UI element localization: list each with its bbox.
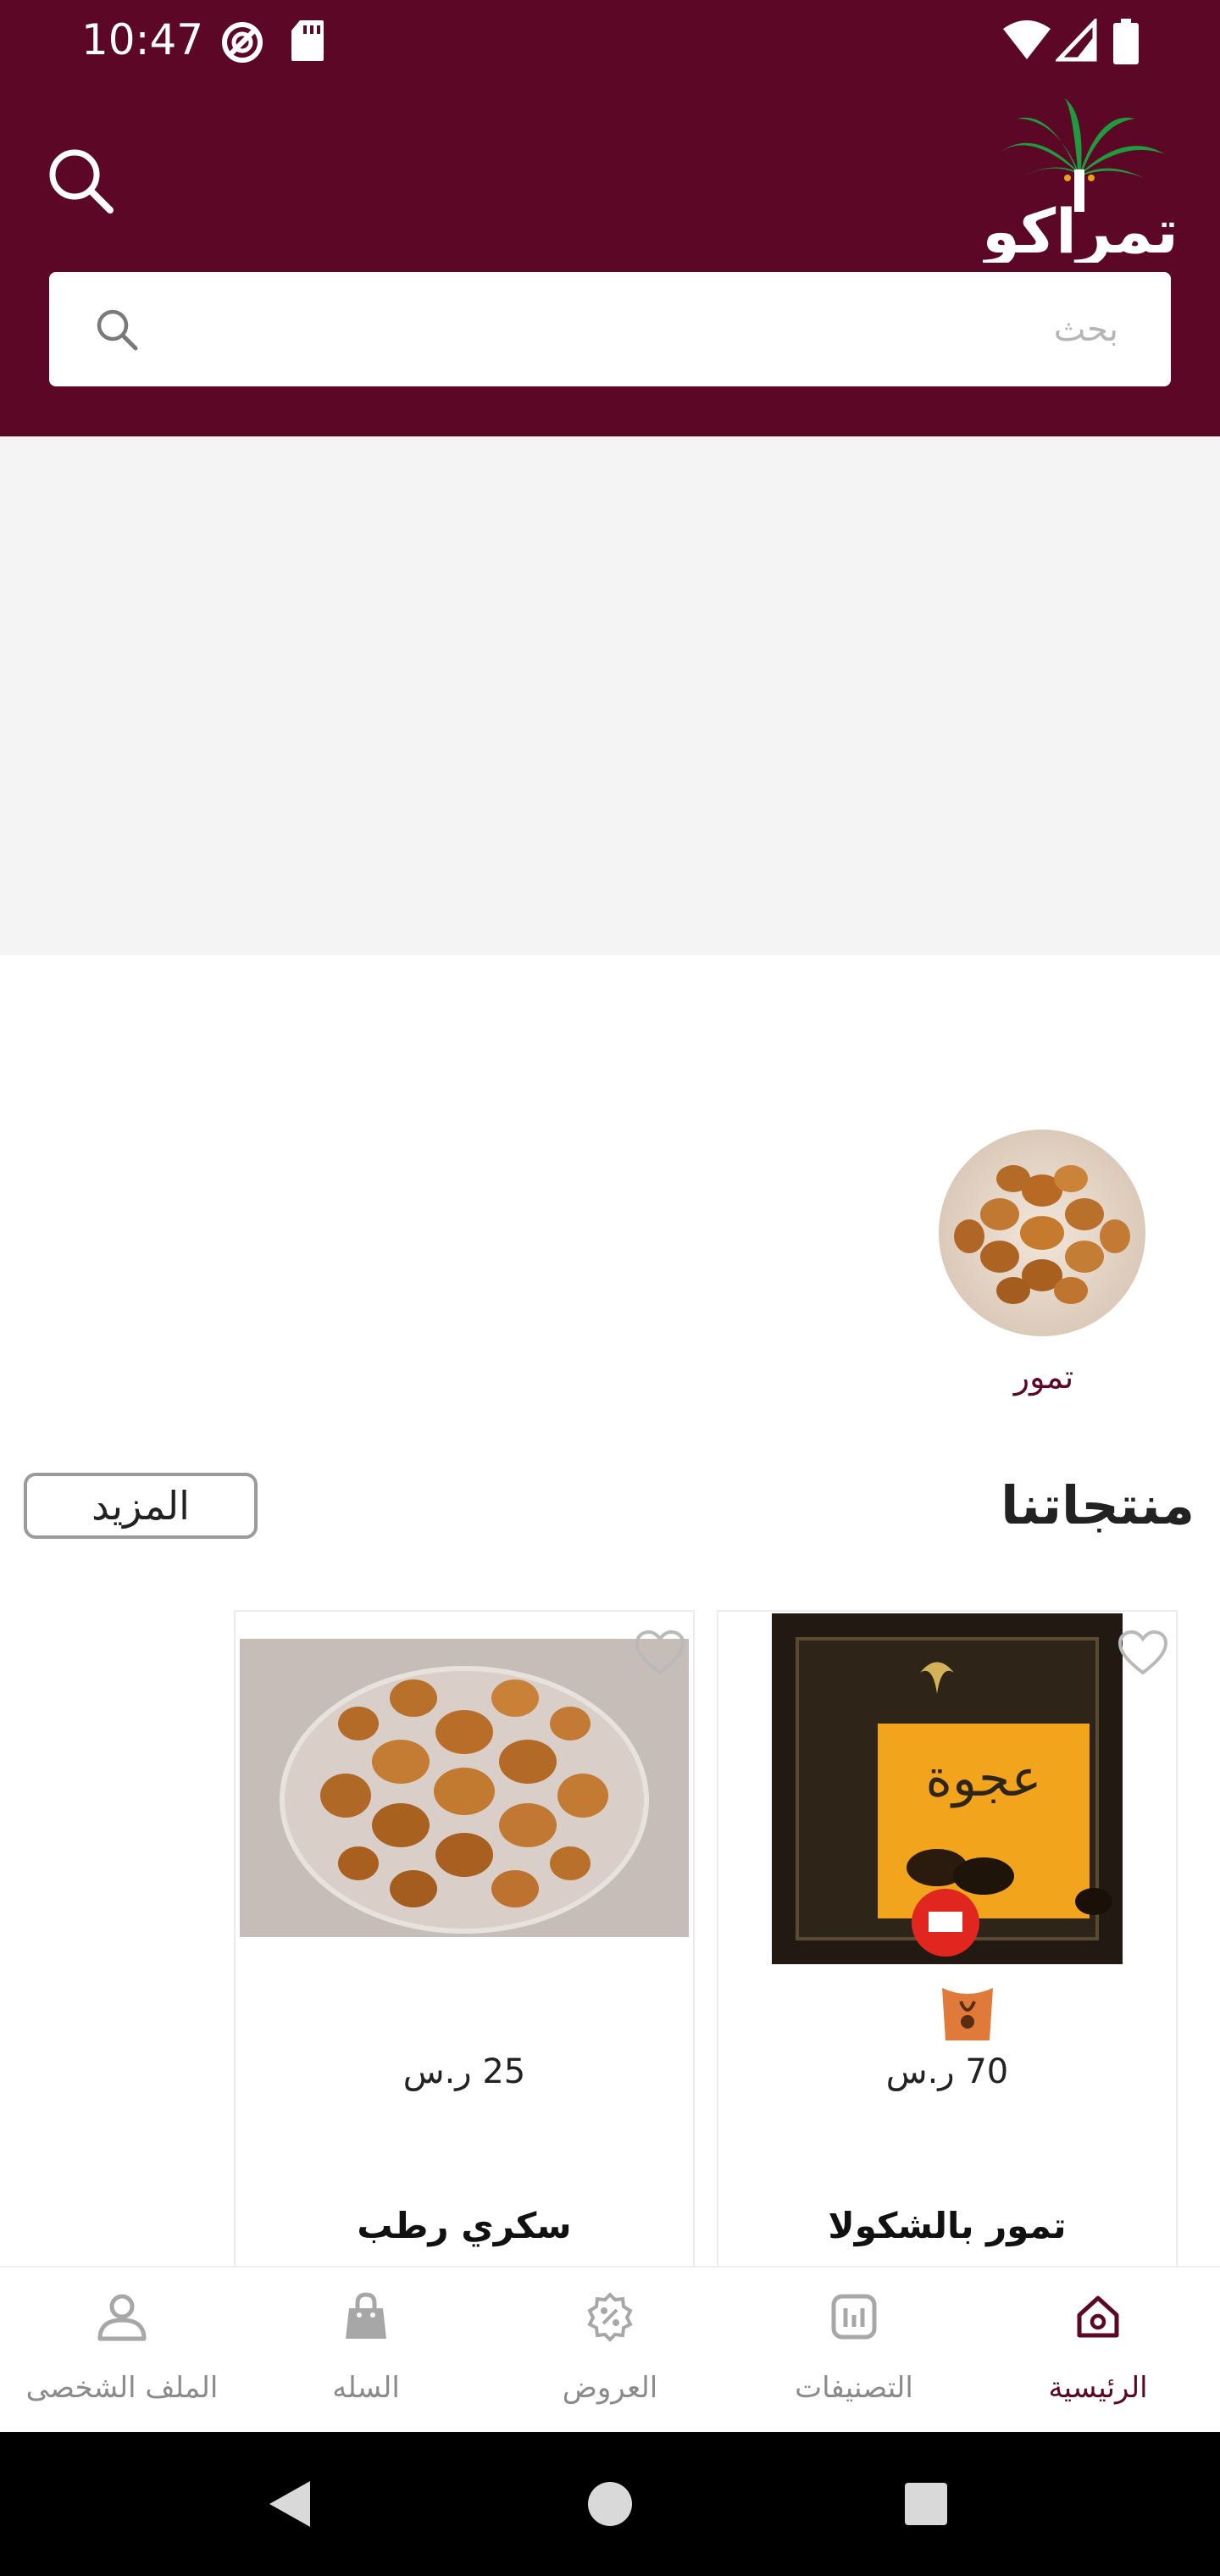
nav-categories[interactable]: التصنيفات (732, 2268, 976, 2434)
status-bar: 10:47 (0, 0, 1220, 85)
product-name: سكري رطب (357, 2205, 572, 2246)
offers-icon (587, 2292, 633, 2342)
nav-label: التصنيفات (795, 2371, 913, 2405)
product-name: تمور بالشكولا (828, 2205, 1067, 2246)
product-image (240, 1639, 689, 1937)
categories-icon (831, 2294, 877, 2340)
product-price: 70 ر.س (885, 2052, 1009, 2091)
search-field-icon (97, 309, 138, 351)
product-card[interactable]: عجوة 70 ر.س تمور بالشكولا (717, 1610, 1178, 2279)
nav-label: الرئيسية (1048, 2371, 1148, 2405)
profile-icon (97, 2294, 147, 2341)
battery-icon (1113, 19, 1139, 64)
recents-icon[interactable] (896, 2474, 956, 2534)
bottom-navigation: الرئيسية التصنيفات العروض السله الملف ال… (0, 2266, 1220, 2434)
brand-logo: تمراكو (983, 97, 1178, 263)
product-image: عجوة (772, 1613, 1123, 1964)
search-input[interactable] (269, 297, 1120, 362)
category-image (939, 1130, 1145, 1336)
nav-label: الملف الشخصى (25, 2371, 219, 2405)
nav-offers[interactable]: العروض (488, 2268, 732, 2434)
signal-icon (1056, 19, 1097, 62)
category-item-dates[interactable]: تمور (939, 1130, 1149, 1396)
product-price: 25 ر.س (402, 2052, 526, 2091)
nav-label: العروض (562, 2371, 658, 2405)
favorite-heart-icon[interactable] (1117, 1629, 1169, 1676)
products-section-title: منتجاتنا (1001, 1474, 1195, 1536)
more-button[interactable]: المزيد (24, 1473, 258, 1539)
search-bar (49, 272, 1171, 386)
status-time: 10:47 (81, 15, 204, 64)
dnd-icon (222, 22, 263, 63)
system-navigation-bar (0, 2432, 1220, 2576)
home-icon (1077, 2296, 1119, 2338)
nav-profile[interactable]: الملف الشخصى (0, 2268, 244, 2434)
nav-label: السله (332, 2371, 400, 2405)
nav-cart[interactable]: السله (244, 2268, 488, 2434)
logo-text: تمراكو (983, 196, 1178, 263)
svg-text:عجوة: عجوة (926, 1749, 1042, 1808)
home-system-icon[interactable] (580, 2474, 640, 2534)
promo-banner[interactable] (0, 436, 1220, 955)
bag-icon (346, 2292, 386, 2339)
nav-home[interactable]: الرئيسية (976, 2268, 1220, 2434)
search-icon[interactable] (42, 142, 119, 219)
sd-card-icon (291, 20, 324, 61)
wifi-icon (1003, 20, 1051, 59)
favorite-heart-icon[interactable] (634, 1629, 686, 1676)
product-card[interactable]: 25 ر.س سكري رطب (234, 1610, 695, 2279)
delivery-bag-icon (942, 1988, 993, 2040)
category-label: تمور (1013, 1358, 1074, 1396)
back-icon[interactable] (261, 2474, 320, 2534)
